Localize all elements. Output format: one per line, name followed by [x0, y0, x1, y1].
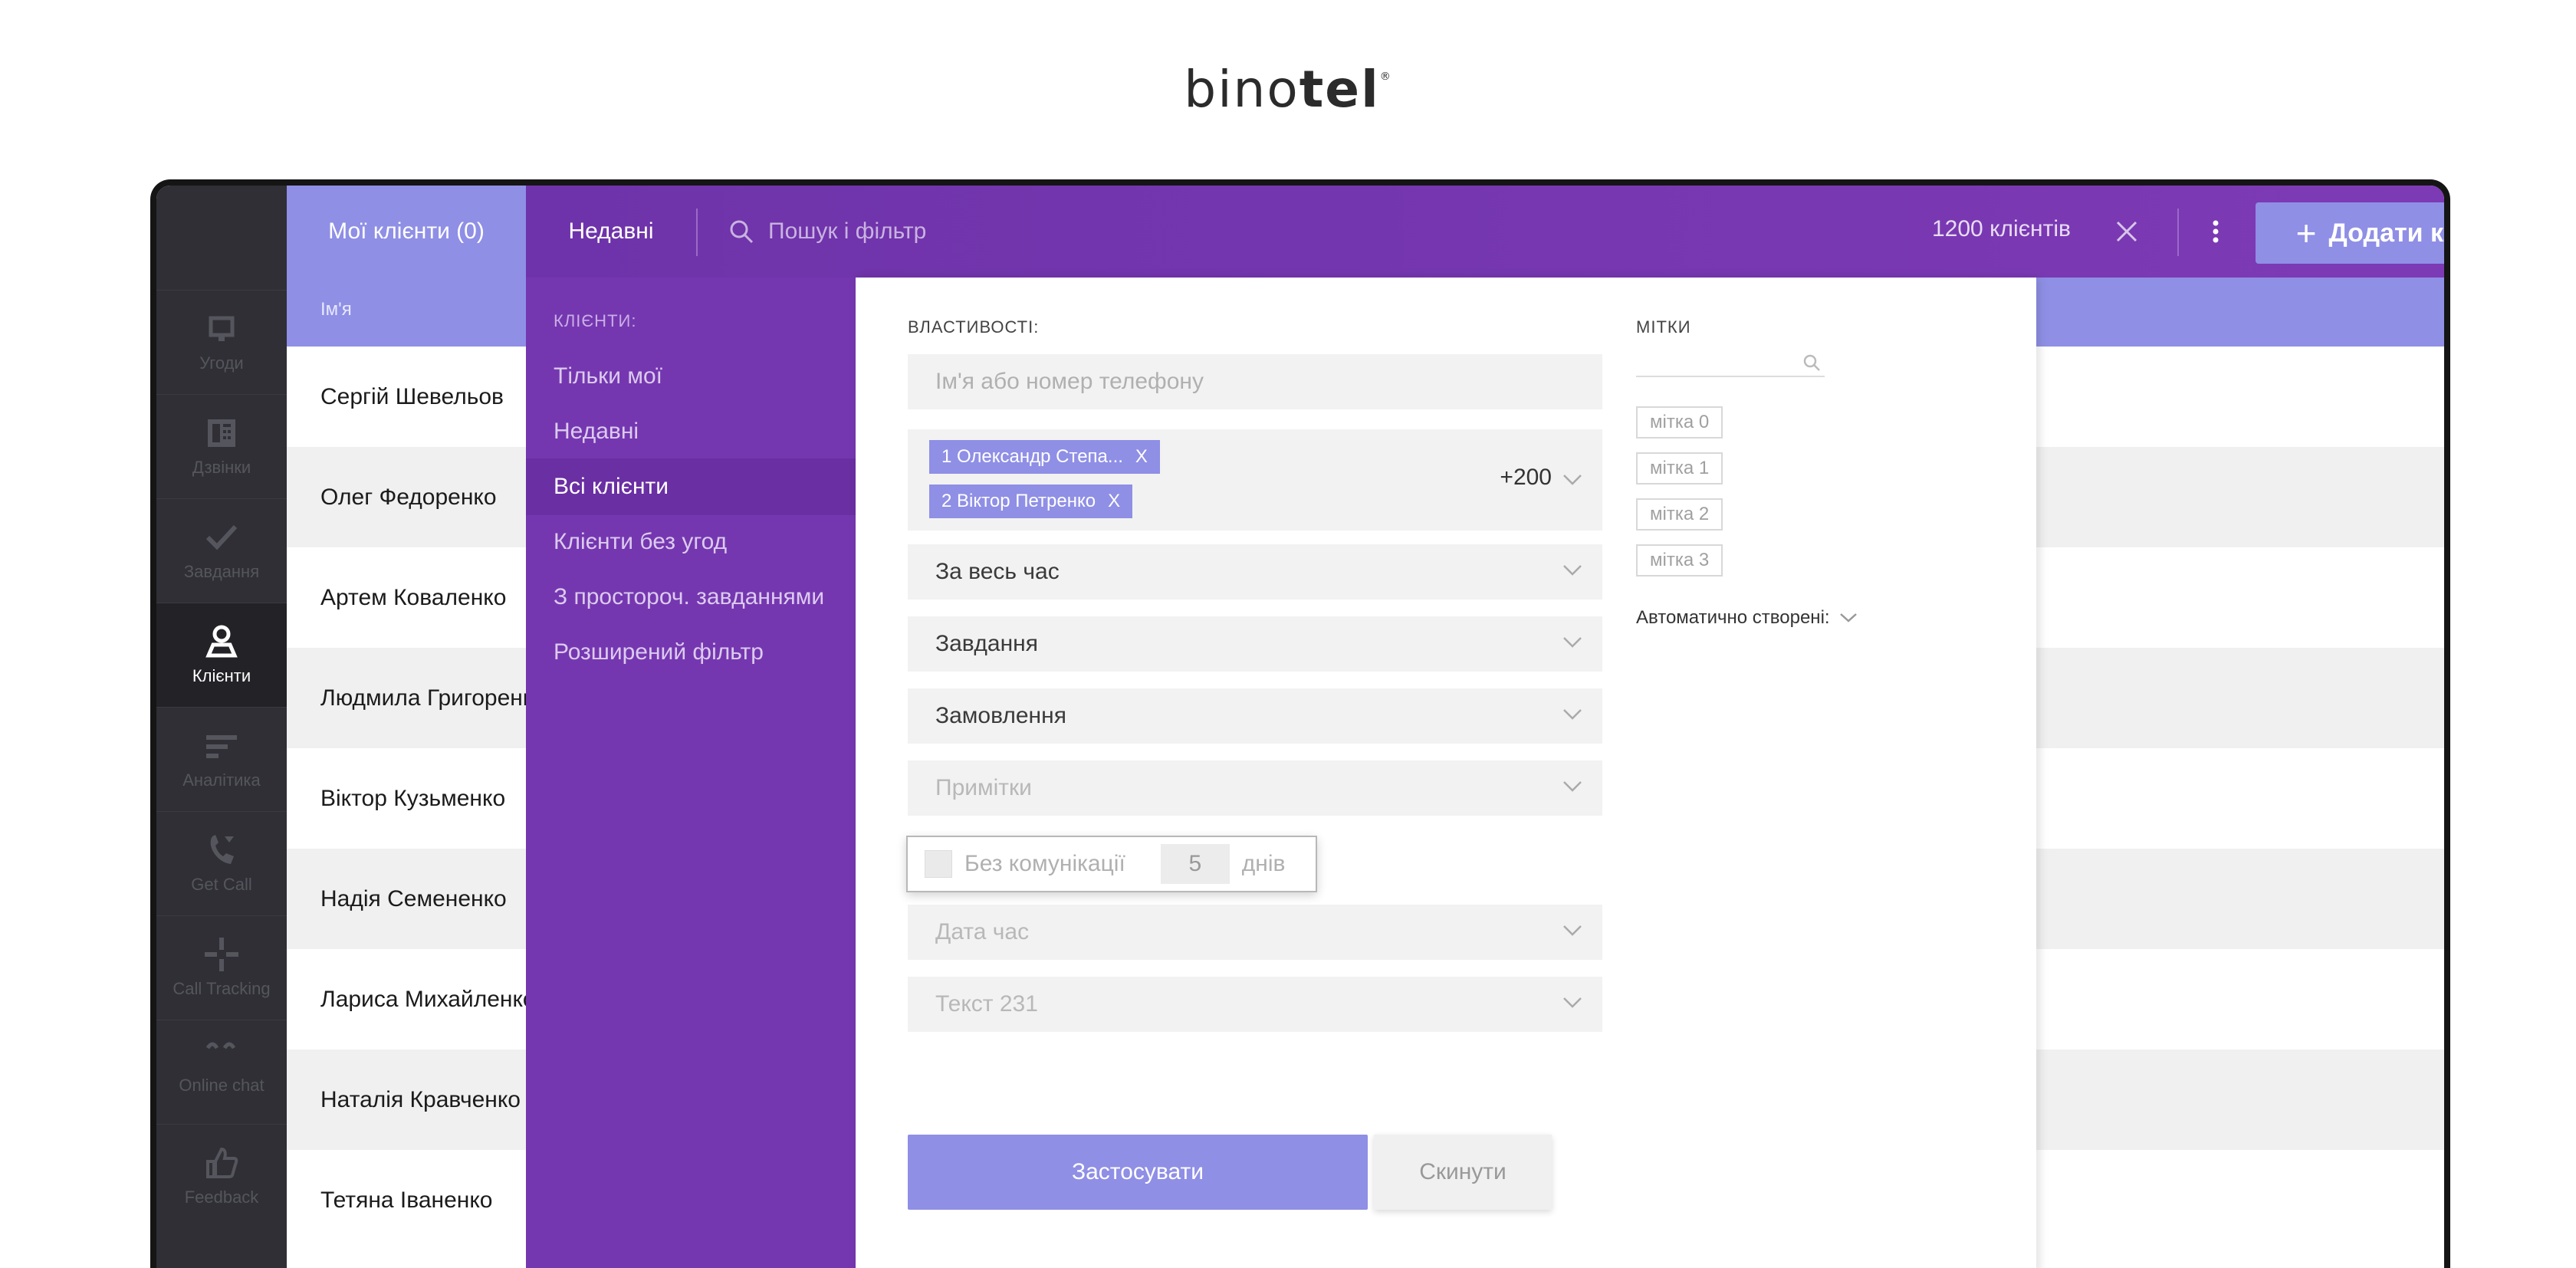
- app-window: Угоди Дзвінки Завдання Клієнти Аналітика…: [150, 179, 2450, 1268]
- thumbs-up-icon: [206, 1147, 238, 1178]
- filter-item-advanced[interactable]: Розширений фільтр: [526, 624, 856, 681]
- plus-icon: +: [2295, 213, 2317, 253]
- search-icon: [730, 220, 754, 244]
- get-call-icon: [210, 835, 234, 864]
- client-chip[interactable]: 2 Віктор Петренко X: [929, 485, 1133, 518]
- nav-item-calls[interactable]: Дзвінки: [156, 394, 287, 498]
- apply-button[interactable]: Застосувати: [908, 1135, 1368, 1210]
- search-placeholder: Пошук і фільтр: [768, 218, 927, 244]
- search-icon: [1803, 354, 1820, 371]
- chevron-down-icon: [1563, 637, 1582, 648]
- chevron-down-icon: [1563, 781, 1582, 792]
- client-chip[interactable]: 1 Олександр Степа... X: [929, 440, 1160, 474]
- nav-item-get-call[interactable]: Get Call: [156, 811, 287, 915]
- filter-panel: ВЛАСТИВОСТІ: Ім'я або номер телефону 1 О…: [856, 278, 2036, 1268]
- auto-created-dropdown[interactable]: Автоматично створені:: [1636, 607, 1858, 629]
- nav-item-call-tracking[interactable]: Call Tracking: [156, 915, 287, 1020]
- nav-item-analytics[interactable]: Аналітика: [156, 707, 287, 811]
- remove-chip-button[interactable]: X: [1108, 491, 1120, 512]
- divider: [2177, 209, 2179, 256]
- no-communication-checkbox[interactable]: [925, 850, 952, 878]
- binotel-logo: binotel®: [1184, 60, 1392, 119]
- nav-item-tasks[interactable]: Завдання: [156, 498, 287, 603]
- client-count: 1200 клієнтів: [1932, 216, 2071, 241]
- days-input[interactable]: 5: [1160, 844, 1230, 884]
- top-bar: Мої клієнти (0) Недавні Пошук і фільтр 1…: [287, 186, 2444, 278]
- more-count: +200: [1500, 465, 1552, 490]
- filter-item-overdue-tasks[interactable]: З простороч. завданнями: [526, 569, 856, 626]
- no-communication-filter: Без комунікації 5 днів: [906, 836, 1317, 892]
- checkmark-icon: [205, 524, 238, 550]
- nav-item-feedback[interactable]: Feedback: [156, 1124, 287, 1228]
- close-icon[interactable]: [2111, 216, 2142, 247]
- user-icon: [205, 625, 238, 658]
- tab-recent[interactable]: Недавні: [526, 186, 696, 278]
- nav-item-clients[interactable]: Клієнти: [156, 603, 287, 707]
- tags-title: МІТКИ: [1636, 317, 1691, 337]
- phone-icon: [208, 419, 235, 447]
- chat-icon: [205, 1042, 236, 1050]
- chevron-down-icon: [1839, 613, 1857, 623]
- notes-select[interactable]: Примітки: [908, 760, 1602, 816]
- chevron-down-icon: [1563, 925, 1582, 936]
- remove-chip-button[interactable]: X: [1135, 446, 1148, 468]
- chevron-down-icon: [1563, 565, 1582, 576]
- filter-item-only-mine[interactable]: Тільки мої: [526, 348, 856, 405]
- filter-item-all-clients[interactable]: Всі клієнти: [526, 458, 856, 515]
- chevron-down-icon: [1563, 997, 1582, 1008]
- tag-chip[interactable]: мітка 3: [1636, 544, 1723, 577]
- divider: [696, 209, 698, 256]
- nav-item-deals[interactable]: Угоди: [156, 290, 287, 394]
- left-nav: Угоди Дзвінки Завдання Клієнти Аналітика…: [156, 186, 287, 1268]
- orders-select[interactable]: Замовлення: [908, 688, 1602, 744]
- filter-item-recent[interactable]: Недавні: [526, 403, 856, 460]
- filter-menu-title: КЛІЄНТИ:: [554, 311, 637, 330]
- search-input[interactable]: Пошук і фільтр: [728, 213, 926, 250]
- analytics-icon: [206, 735, 237, 758]
- text-field-select[interactable]: Текст 231: [908, 977, 1602, 1032]
- tag-chip[interactable]: мітка 2: [1636, 498, 1723, 531]
- filter-item-no-deals[interactable]: Клієнти без угод: [526, 514, 856, 570]
- nav-item-online-chat[interactable]: Online chat: [156, 1020, 287, 1124]
- tag-chip[interactable]: мітка 0: [1636, 406, 1723, 439]
- more-vertical-icon[interactable]: [2208, 216, 2223, 247]
- reset-button[interactable]: Скинути: [1374, 1135, 1552, 1210]
- period-select[interactable]: За весь час: [908, 544, 1602, 600]
- tasks-select[interactable]: Завдання: [908, 616, 1602, 672]
- date-time-select[interactable]: Дата час: [908, 905, 1602, 960]
- name-phone-input[interactable]: Ім'я або номер телефону: [908, 354, 1602, 409]
- tag-chip[interactable]: мітка 1: [1636, 452, 1723, 485]
- add-client-button[interactable]: + Додати клієнта: [2256, 202, 2444, 264]
- tags-search-input[interactable]: [1636, 348, 1825, 377]
- chevron-down-icon: [1563, 709, 1582, 720]
- column-header-name[interactable]: Ім'я: [320, 299, 352, 320]
- call-tracking-icon: [205, 938, 238, 971]
- selected-clients-field[interactable]: 1 Олександр Степа... X 2 Віктор Петренко…: [908, 429, 1602, 531]
- chevron-down-icon[interactable]: [1562, 474, 1582, 486]
- deals-icon: [209, 316, 235, 341]
- properties-title: ВЛАСТИВОСТІ:: [908, 317, 1040, 337]
- filter-menu: КЛІЄНТИ: Тільки мої Недавні Всі клієнти …: [526, 278, 856, 1268]
- tab-my-clients[interactable]: Мої клієнти (0): [287, 186, 526, 278]
